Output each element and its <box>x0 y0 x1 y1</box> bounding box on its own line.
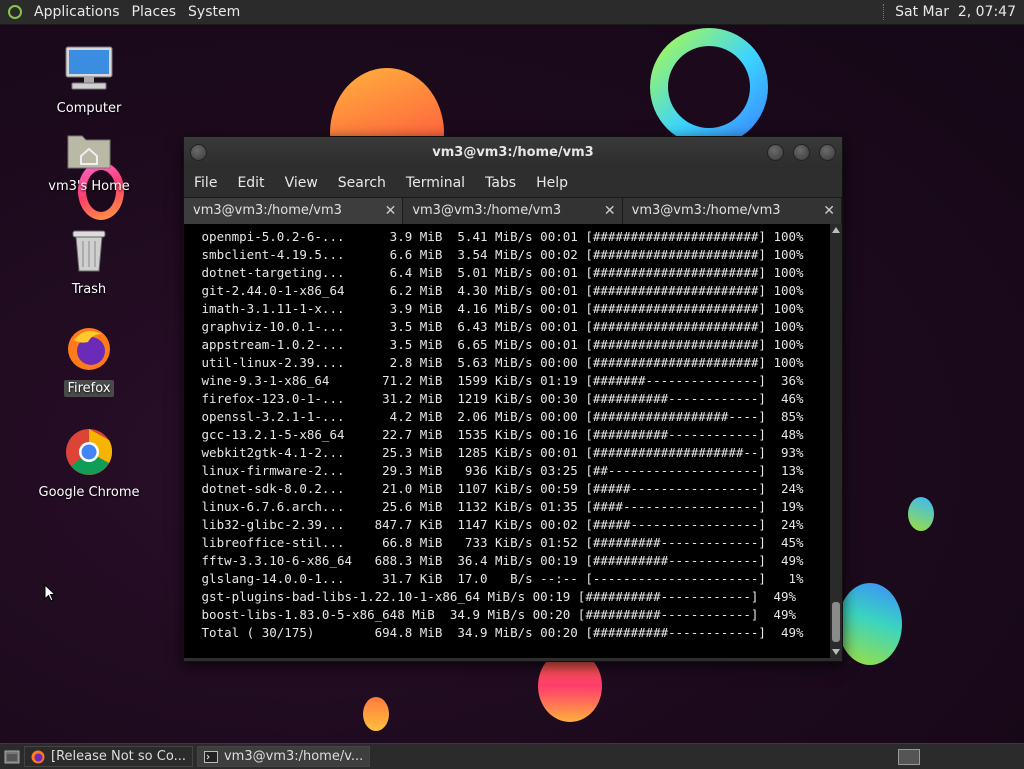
desktop-icon-chrome[interactable]: Google Chrome <box>34 428 144 501</box>
terminal-line: appstream-1.0.2-... 3.5 MiB 6.65 MiB/s 0… <box>201 337 804 352</box>
scroll-down-icon[interactable] <box>832 649 840 655</box>
firefox-icon <box>31 750 45 763</box>
taskbar-item-terminal[interactable]: vm3@vm3:/home/v... <box>196 746 371 767</box>
terminal-output[interactable]: openmpi-5.0.2-6-... 3.9 MiB 5.41 MiB/s 0… <box>184 224 830 658</box>
terminal-window[interactable]: vm3@vm3:/home/vm3 File Edit View Search … <box>183 136 843 662</box>
panel-grip <box>883 4 887 20</box>
terminal-line: openssl-3.2.1-1-... 4.2 MiB 2.06 MiB/s 0… <box>201 409 804 424</box>
desktop-icon-firefox[interactable]: Firefox <box>34 326 144 397</box>
terminal-tab-3[interactable]: vm3@vm3:/home/vm3 ✕ <box>622 198 842 224</box>
workspace-switcher[interactable] <box>898 749 920 765</box>
terminal-line: util-linux-2.39.... 2.8 MiB 5.63 MiB/s 0… <box>201 355 804 370</box>
menu-applications[interactable]: Applications <box>28 0 126 24</box>
scrollbar-thumb[interactable] <box>832 602 840 642</box>
menu-view[interactable]: View <box>275 175 328 191</box>
tab-close-icon[interactable]: ✕ <box>823 198 835 224</box>
terminal-line: graphviz-10.0.1-... 3.5 MiB 6.43 MiB/s 0… <box>201 319 804 334</box>
terminal-text: openmpi-5.0.2-6-... 3.9 MiB 5.41 MiB/s 0… <box>184 224 830 642</box>
terminal-menubar: File Edit View Search Terminal Tabs Help <box>184 169 842 197</box>
terminal-icon <box>203 750 218 763</box>
desktop-icon-label: vm3's Home <box>48 179 130 194</box>
computer-icon <box>65 46 113 90</box>
tab-label: vm3@vm3:/home/vm3 <box>412 203 562 218</box>
terminal-line: fftw-3.3.10-6-x86_64 688.3 MiB 36.4 MiB/… <box>201 553 804 568</box>
scroll-up-icon[interactable] <box>832 227 840 233</box>
show-desktop-icon[interactable] <box>4 750 20 764</box>
menu-system[interactable]: System <box>182 0 246 24</box>
tab-close-icon[interactable]: ✕ <box>604 198 616 224</box>
desktop-icon-label: Trash <box>71 282 107 297</box>
terminal-line: lib32-glibc-2.39... 847.7 KiB 1147 KiB/s… <box>201 517 804 532</box>
taskbar-item-label: [Release Not so Co... <box>51 749 186 764</box>
clock[interactable]: Sat Mar 2, 07:47 <box>895 4 1024 20</box>
firefox-icon <box>68 328 110 370</box>
terminal-line: glslang-14.0.0-1... 31.7 KiB 17.0 B/s --… <box>201 571 804 586</box>
menu-search[interactable]: Search <box>328 175 396 191</box>
wallpaper-green-blob <box>838 583 902 665</box>
taskbar-item-label: vm3@vm3:/home/v... <box>223 749 364 764</box>
menu-places[interactable]: Places <box>126 0 183 24</box>
home-folder-icon <box>67 135 111 169</box>
desktop-icon-label: Computer <box>56 101 122 116</box>
tab-close-icon[interactable]: ✕ <box>385 198 397 224</box>
terminal-tab-2[interactable]: vm3@vm3:/home/vm3 ✕ <box>403 198 623 224</box>
terminal-line: smbclient-4.19.5... 6.6 MiB 3.54 MiB/s 0… <box>201 247 804 262</box>
terminal-line: libreoffice-stil... 66.8 MiB 733 KiB/s 0… <box>201 535 804 550</box>
distro-logo-icon[interactable] <box>8 5 22 19</box>
desktop-icon-trash[interactable]: Trash <box>34 229 144 298</box>
menu-file[interactable]: File <box>184 175 227 191</box>
menu-edit[interactable]: Edit <box>227 175 274 191</box>
menu-help[interactable]: Help <box>526 175 578 191</box>
taskbar-item-firefox[interactable]: [Release Not so Co... <box>24 746 193 767</box>
top-panel: Applications Places System Sat Mar 2, 07… <box>0 0 1024 25</box>
bottom-panel: [Release Not so Co... vm3@vm3:/home/v... <box>0 743 1024 769</box>
desktop-icon-label: Google Chrome <box>38 485 140 500</box>
close-button[interactable] <box>819 144 836 161</box>
trash-icon <box>72 230 106 272</box>
terminal-line: webkit2gtk-4.1-2... 25.3 MiB 1285 KiB/s … <box>201 445 804 460</box>
chrome-icon <box>66 429 113 475</box>
terminal-line: dotnet-sdk-8.0.2... 21.0 MiB 1107 KiB/s … <box>201 481 804 496</box>
menu-terminal[interactable]: Terminal <box>396 175 475 191</box>
tab-label: vm3@vm3:/home/vm3 <box>193 203 342 218</box>
terminal-line: linux-firmware-2... 29.3 MiB 936 KiB/s 0… <box>201 463 804 478</box>
terminal-line: firefox-123.0-1-... 31.2 MiB 1219 KiB/s … <box>201 391 804 406</box>
terminal-line: gcc-13.2.1-5-x86_64 22.7 MiB 1535 KiB/s … <box>201 427 804 442</box>
desktop-icon-label: Firefox <box>64 380 114 397</box>
window-title: vm3@vm3:/home/vm3 <box>432 145 594 160</box>
minimize-button[interactable] <box>767 144 784 161</box>
wallpaper-blue-blob <box>908 497 934 531</box>
terminal-line: linux-6.7.6.arch... 25.6 MiB 1132 KiB/s … <box>201 499 804 514</box>
terminal-scrollbar[interactable] <box>830 224 842 658</box>
wallpaper-orange-dot <box>363 697 389 731</box>
wallpaper-green-ring <box>650 28 768 146</box>
window-titlebar[interactable]: vm3@vm3:/home/vm3 <box>184 137 842 169</box>
desktop-icon-computer[interactable]: Computer <box>34 46 144 117</box>
terminal-line: git-2.44.0-1-x86_64 6.2 MiB 4.30 MiB/s 0… <box>201 283 804 298</box>
terminal-line: Total ( 30/175) 694.8 MiB 34.9 MiB/s 00:… <box>201 625 804 640</box>
terminal-line: wine-9.3-1-x86_64 71.2 MiB 1599 KiB/s 01… <box>201 373 804 388</box>
maximize-button[interactable] <box>793 144 810 161</box>
tab-label: vm3@vm3:/home/vm3 <box>631 203 781 218</box>
terminal-line: imath-3.1.11-1-x... 3.9 MiB 4.16 MiB/s 0… <box>201 301 804 316</box>
terminal-tab-1[interactable]: vm3@vm3:/home/vm3 ✕ <box>184 198 404 224</box>
terminal-line: openmpi-5.0.2-6-... 3.9 MiB 5.41 MiB/s 0… <box>201 229 804 244</box>
mouse-cursor-icon <box>44 584 56 602</box>
terminal-line: boost-libs-1.83.0-5-x86_648 MiB 34.9 MiB… <box>201 607 797 622</box>
terminal-line: dotnet-targeting... 6.4 MiB 5.01 MiB/s 0… <box>201 265 804 280</box>
menu-tabs[interactable]: Tabs <box>475 175 526 191</box>
desktop-icon-home[interactable]: vm3's Home <box>34 130 144 195</box>
terminal-line: gst-plugins-bad-libs-1.22.10-1-x86_64 Mi… <box>201 589 797 604</box>
terminal-tab-bar: vm3@vm3:/home/vm3 ✕ vm3@vm3:/home/vm3 ✕ … <box>184 197 842 224</box>
